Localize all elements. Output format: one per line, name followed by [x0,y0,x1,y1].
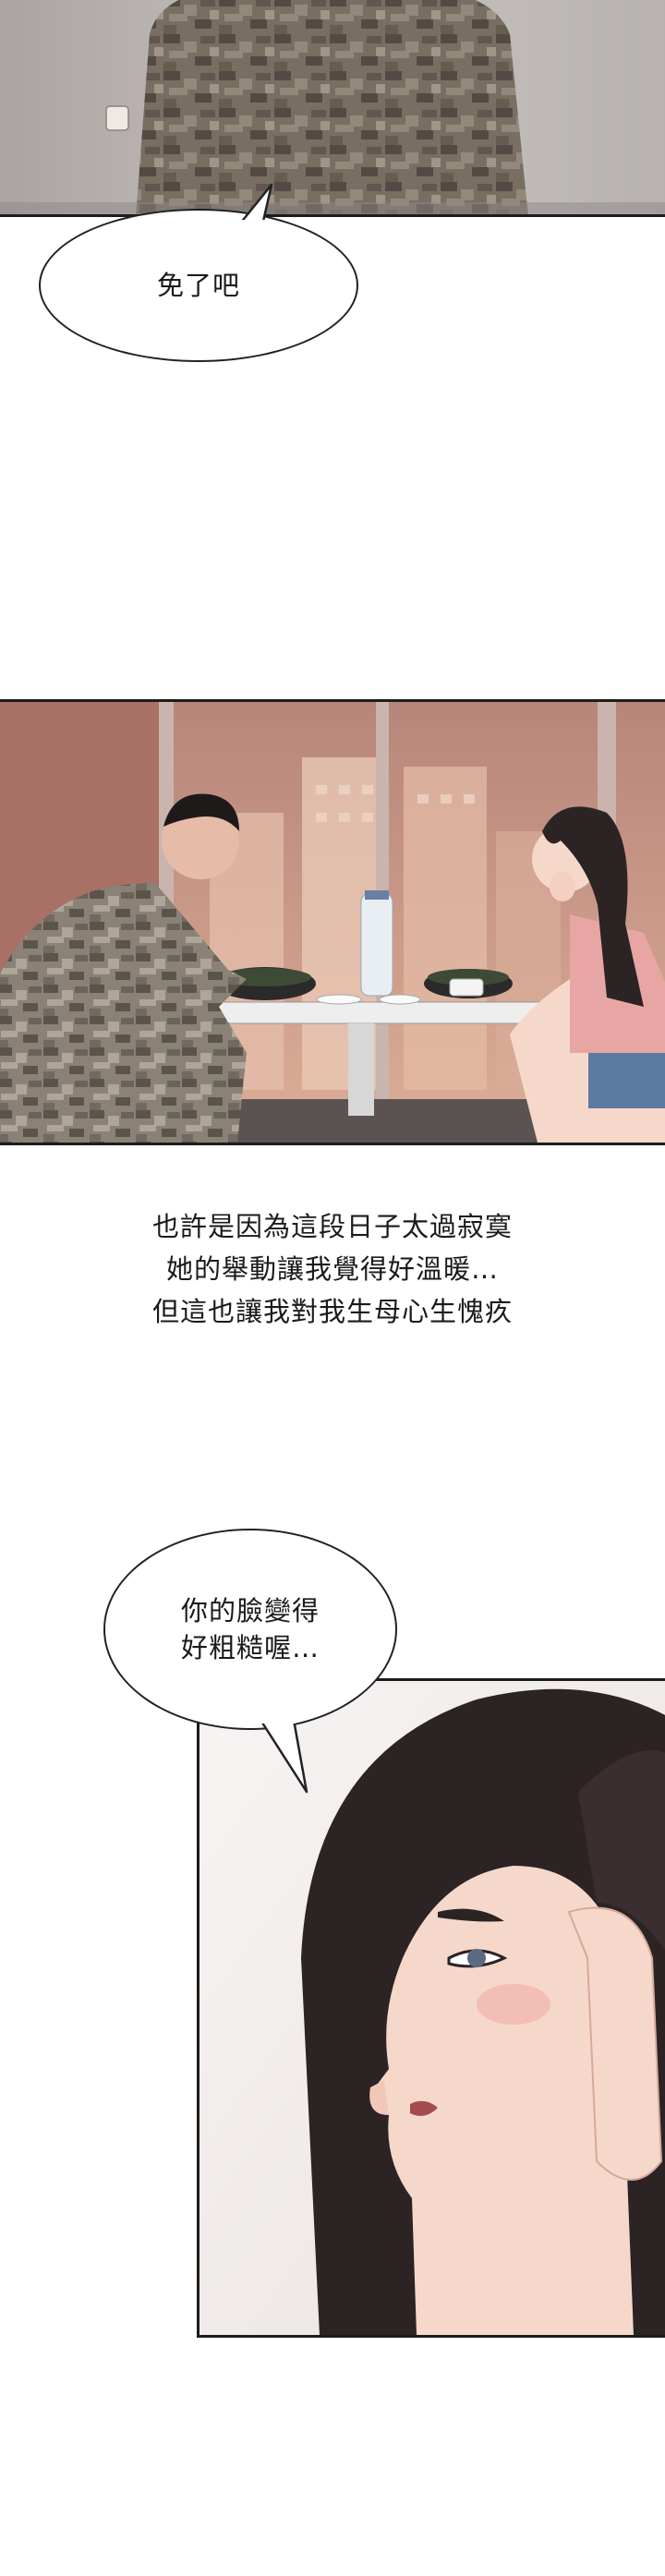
dining-scene-illustration [0,702,665,1143]
narration-line: 她的舉動讓我覺得好溫暖… [165,1253,499,1285]
speech-bubble-second: 你的臉變得 好粗糙喔… [103,1529,397,1730]
narration-line: 也許是因為這段日子太過寂寞 [151,1211,513,1242]
speech-line: 你的臉變得 [180,1595,320,1627]
bubble-tail-first [238,183,273,229]
speech-bubble-first: 免了吧 [39,209,358,362]
panel-soldier-torso [0,0,665,217]
narration-line: 但這也讓我對我生母心生愧疚 [151,1296,513,1327]
bubble-tail-second [259,1716,308,1794]
soldier-torso-illustration [0,0,665,214]
narration-block: 也許是因為這段日子太過寂寞 她的舉動讓我覺得好溫暖… 但這也讓我對我生母心生愧疚 [0,1205,665,1333]
speech-line: 好粗糙喔… [180,1632,320,1663]
speech-line: 免了吧 [156,270,240,301]
panel-dining-scene [0,699,665,1145]
